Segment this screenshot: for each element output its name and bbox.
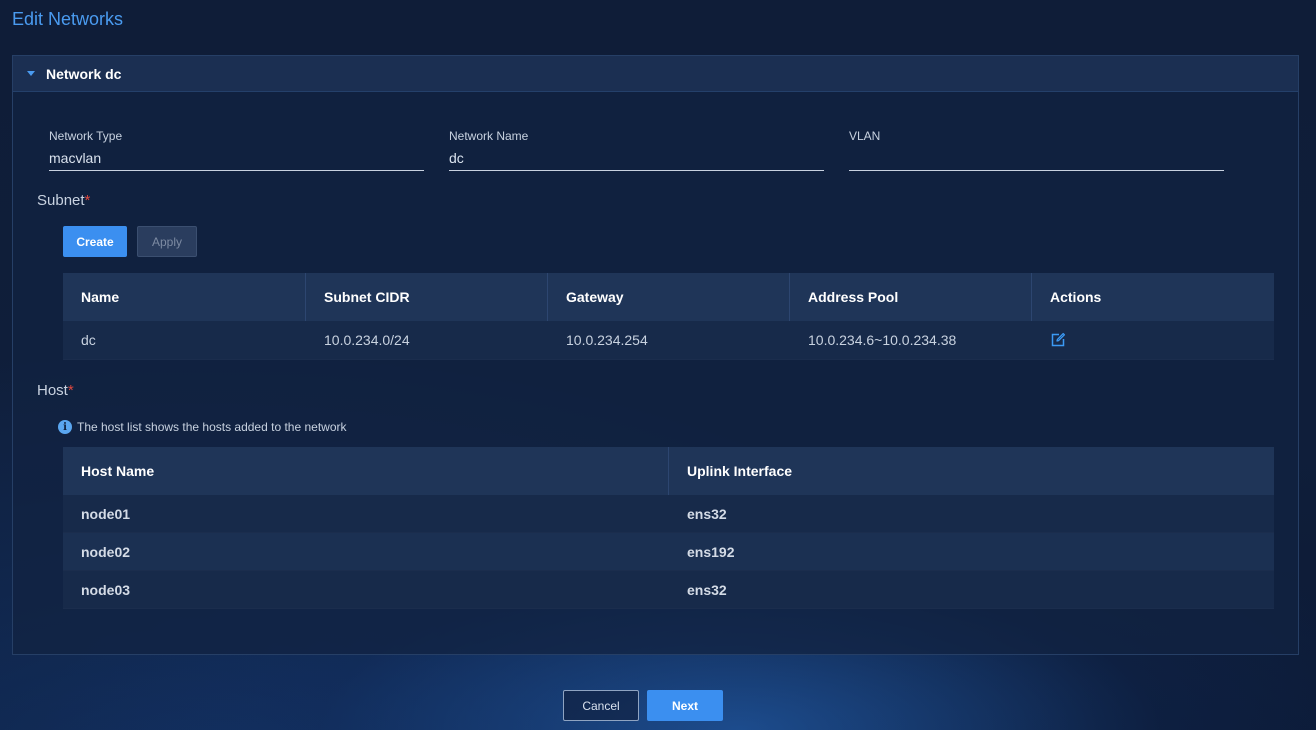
table-row: dc 10.0.234.0/24 10.0.234.254 10.0.234.6… — [63, 321, 1274, 360]
host-table-header: Host Name Uplink Interface — [63, 447, 1274, 495]
subnet-table: Name Subnet CIDR Gateway Address Pool Ac… — [63, 273, 1274, 360]
network-type-field[interactable]: Network Type macvlan — [49, 129, 424, 171]
vlan-field[interactable]: VLAN — [849, 129, 1224, 171]
cell-actions — [1032, 321, 1274, 359]
subnet-label-text: Subnet — [37, 192, 85, 209]
column-header-subnet-cidr: Subnet CIDR — [306, 273, 548, 321]
network-panel: Network dc Network Type macvlan Network … — [12, 55, 1299, 655]
required-mark: * — [67, 382, 74, 399]
create-button[interactable]: Create — [63, 226, 127, 257]
column-header-uplink-interface: Uplink Interface — [687, 463, 793, 479]
network-name-field[interactable]: Network Name dc — [449, 129, 824, 171]
network-name-label: Network Name — [449, 129, 529, 143]
required-mark: * — [84, 192, 91, 209]
cell-subnet-cidr: 10.0.234.0/24 — [324, 332, 410, 348]
caret-down-icon[interactable] — [27, 71, 35, 76]
network-type-label: Network Type — [49, 129, 123, 143]
info-icon: i — [58, 420, 72, 434]
network-type-value[interactable]: macvlan — [49, 150, 424, 171]
column-header-name: Name — [63, 273, 306, 321]
vlan-label: VLAN — [849, 129, 881, 143]
column-header-address-pool: Address Pool — [790, 273, 1032, 321]
cell-host-name: node02 — [81, 543, 131, 560]
host-table: Host Name Uplink Interface node01 ens32 … — [63, 447, 1274, 609]
subnet-section-label: Subnet* — [37, 192, 90, 209]
cell-host-name: node03 — [81, 581, 131, 598]
apply-button[interactable]: Apply — [137, 226, 197, 257]
edit-icon[interactable] — [1050, 332, 1066, 348]
next-button[interactable]: Next — [647, 690, 723, 721]
cell-address-pool: 10.0.234.6~10.0.234.38 — [808, 332, 957, 348]
column-header-actions: Actions — [1050, 289, 1102, 305]
table-row: node02 ens192 — [63, 533, 1274, 571]
network-panel-title: Network dc — [46, 65, 122, 82]
host-info-text: The host list shows the hosts added to t… — [77, 420, 347, 434]
column-header-host-name: Host Name — [63, 447, 669, 495]
subnet-table-header: Name Subnet CIDR Gateway Address Pool Ac… — [63, 273, 1274, 321]
cancel-button[interactable]: Cancel — [563, 690, 639, 721]
cell-uplink-interface: ens32 — [687, 581, 727, 598]
vlan-input[interactable] — [849, 150, 1224, 171]
host-section-label: Host* — [37, 382, 74, 399]
cell-uplink-interface: ens32 — [687, 505, 727, 522]
column-header-gateway: Gateway — [548, 273, 790, 321]
table-row: node01 ens32 — [63, 495, 1274, 533]
table-row: node03 ens32 — [63, 571, 1274, 609]
host-info-hint: i The host list shows the hosts added to… — [58, 420, 346, 434]
page-title: Edit Networks — [12, 9, 124, 29]
network-panel-header[interactable]: Network dc — [13, 56, 1298, 92]
cell-uplink-interface: ens192 — [687, 543, 735, 560]
cell-host-name: node01 — [81, 505, 131, 522]
host-label-text: Host — [37, 382, 68, 399]
network-name-value[interactable]: dc — [449, 150, 824, 171]
cell-name: dc — [81, 332, 96, 348]
cell-gateway: 10.0.234.254 — [566, 332, 648, 348]
